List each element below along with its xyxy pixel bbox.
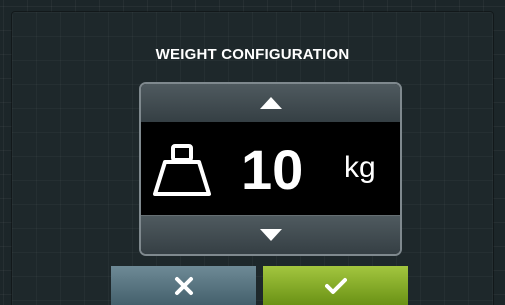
weight-unit: kg (344, 151, 376, 184)
weight-stepper: 10 kg (139, 82, 402, 256)
x-icon (174, 276, 193, 295)
screen: WEIGHT CONFIGURATION 10 kg (0, 0, 505, 305)
checkmark-icon (324, 277, 347, 294)
triangle-down-icon (259, 229, 282, 241)
page-title: WEIGHT CONFIGURATION (155, 46, 350, 63)
increase-button[interactable] (141, 84, 400, 123)
triangle-up-icon (259, 97, 282, 109)
decrease-button[interactable] (141, 215, 400, 254)
weight-value-row: 10 kg (141, 122, 400, 216)
weight-icon (153, 144, 211, 196)
weight-value: 10 (241, 138, 304, 201)
confirm-button[interactable] (263, 266, 408, 305)
cancel-button[interactable] (111, 266, 256, 305)
dialog-panel: WEIGHT CONFIGURATION 10 kg (12, 12, 493, 305)
